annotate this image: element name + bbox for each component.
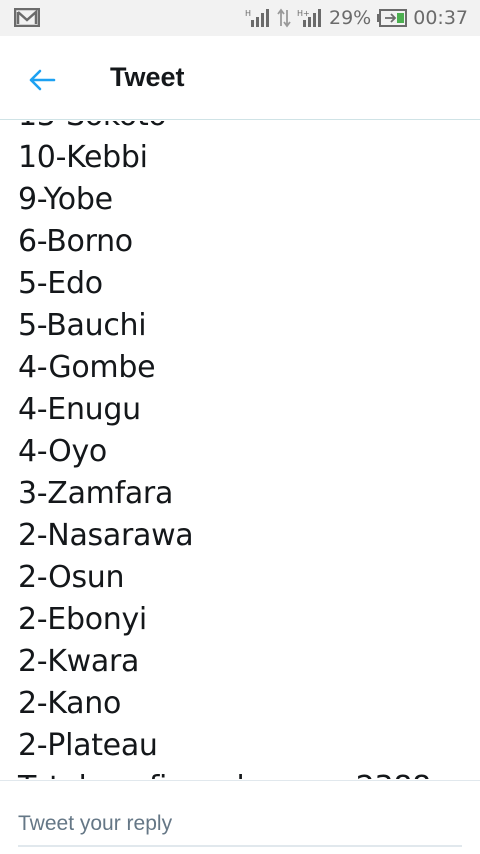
svg-text:H+: H+ [297, 9, 310, 18]
tweet-line: 2-Kano [18, 686, 122, 721]
tweet-line: 4-Gombe [18, 350, 156, 385]
tweet-line: 13-Sokoto [18, 121, 431, 137]
mail-icon [14, 8, 40, 27]
arrow-left-icon [29, 69, 56, 91]
tweet-text-list: 13-Sokoto 10-Kebbi 9-Yobe 6-Borno 5-Edo 5-Bau… [18, 121, 431, 779]
battery-charging-icon [377, 9, 408, 27]
tweet-line: 2-Nasarawa [18, 518, 194, 553]
page-title: Tweet [110, 62, 185, 92]
tweet-line: 9-Yobe [18, 182, 113, 217]
tweet-line: 6-Borno [18, 224, 133, 259]
tweet-line: 2-Kwara [18, 644, 140, 679]
svg-text:H: H [245, 9, 251, 18]
data-arrows-icon [277, 8, 291, 28]
tweet-body: 13-Sokoto 10-Kebbi 9-Yobe 6-Borno 5-Edo 5-Bau… [0, 121, 480, 779]
app-header: Tweet [0, 36, 480, 120]
tweet-line: Total confirmed cases: 2388 [18, 767, 431, 779]
signal-h-plus-icon: H+ [297, 9, 321, 27]
tweet-line: 5-Edo [18, 266, 103, 301]
tweet-line: 2-Osun [18, 560, 125, 595]
reply-input[interactable] [18, 803, 462, 847]
back-button[interactable] [20, 58, 64, 102]
tweet-line: 3-Zamfara [18, 476, 174, 511]
status-bar: H H+ 29% 00:37 [0, 0, 480, 36]
tweet-line: 2-Plateau [18, 728, 158, 763]
tweet-line: 4-Oyo [18, 434, 107, 469]
tweet-line: 4-Enugu [18, 392, 141, 427]
reply-bar [0, 780, 480, 854]
clock: 00:37 [413, 7, 468, 29]
signal-icon: H [245, 9, 269, 27]
tweet-line: 2-Ebonyi [18, 602, 147, 637]
tweet-line: 5-Bauchi [18, 308, 147, 343]
tweet-line: 10-Kebbi [18, 140, 148, 175]
battery-percent: 29% [329, 7, 372, 29]
